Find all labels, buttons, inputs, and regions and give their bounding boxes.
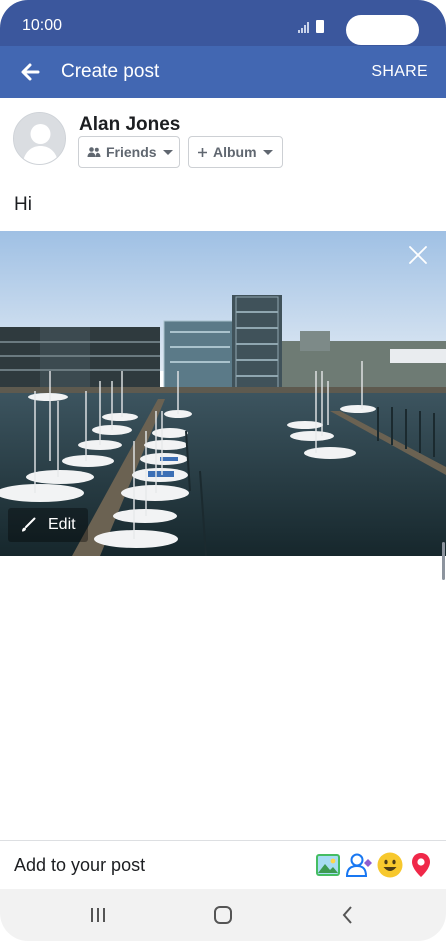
system-nav-bar — [0, 889, 446, 941]
user-name: Alan Jones — [79, 114, 181, 135]
friends-icon — [87, 146, 101, 158]
default-avatar-icon — [14, 113, 65, 164]
chevron-down-icon — [162, 149, 173, 155]
feeling-emoji-icon[interactable] — [376, 851, 404, 879]
plus-icon — [197, 147, 208, 158]
close-icon[interactable] — [407, 244, 429, 266]
add-to-post-label: Add to your post — [14, 855, 146, 875]
paintbrush-icon — [20, 517, 36, 533]
edit-label: Edit — [48, 516, 76, 533]
back-arrow-icon[interactable] — [18, 60, 42, 84]
post-text-input[interactable]: Hi — [14, 194, 32, 216]
audience-label: Friends — [106, 144, 157, 160]
share-button[interactable]: SHARE — [371, 63, 428, 81]
page-title: Create post — [61, 61, 160, 82]
chevron-down-icon — [262, 149, 273, 155]
status-time: 10:00 — [22, 17, 63, 34]
tag-people-icon[interactable] — [345, 851, 373, 879]
scrollbar[interactable] — [442, 542, 445, 580]
audience-selector[interactable]: Friends — [78, 136, 180, 168]
screen: 10:00 Create post SHARE Alan Jones Frien… — [0, 0, 446, 941]
status-bar: 10:00 — [0, 0, 446, 46]
home-icon[interactable] — [211, 903, 235, 927]
edit-photo-button[interactable]: Edit — [8, 508, 88, 542]
signal-icon — [298, 22, 309, 33]
app-bar: Create post SHARE — [0, 46, 446, 98]
camera-cutout — [346, 15, 419, 45]
add-to-post-bar[interactable]: Add to your post — [0, 840, 446, 889]
avatar[interactable] — [13, 112, 66, 165]
location-pin-icon[interactable] — [407, 851, 435, 879]
recent-apps-icon[interactable] — [86, 903, 110, 927]
album-selector[interactable]: Album — [188, 136, 283, 168]
photo-icon[interactable] — [314, 851, 342, 879]
battery-icon — [316, 20, 324, 33]
back-nav-icon[interactable] — [336, 903, 360, 927]
album-label: Album — [213, 144, 257, 160]
